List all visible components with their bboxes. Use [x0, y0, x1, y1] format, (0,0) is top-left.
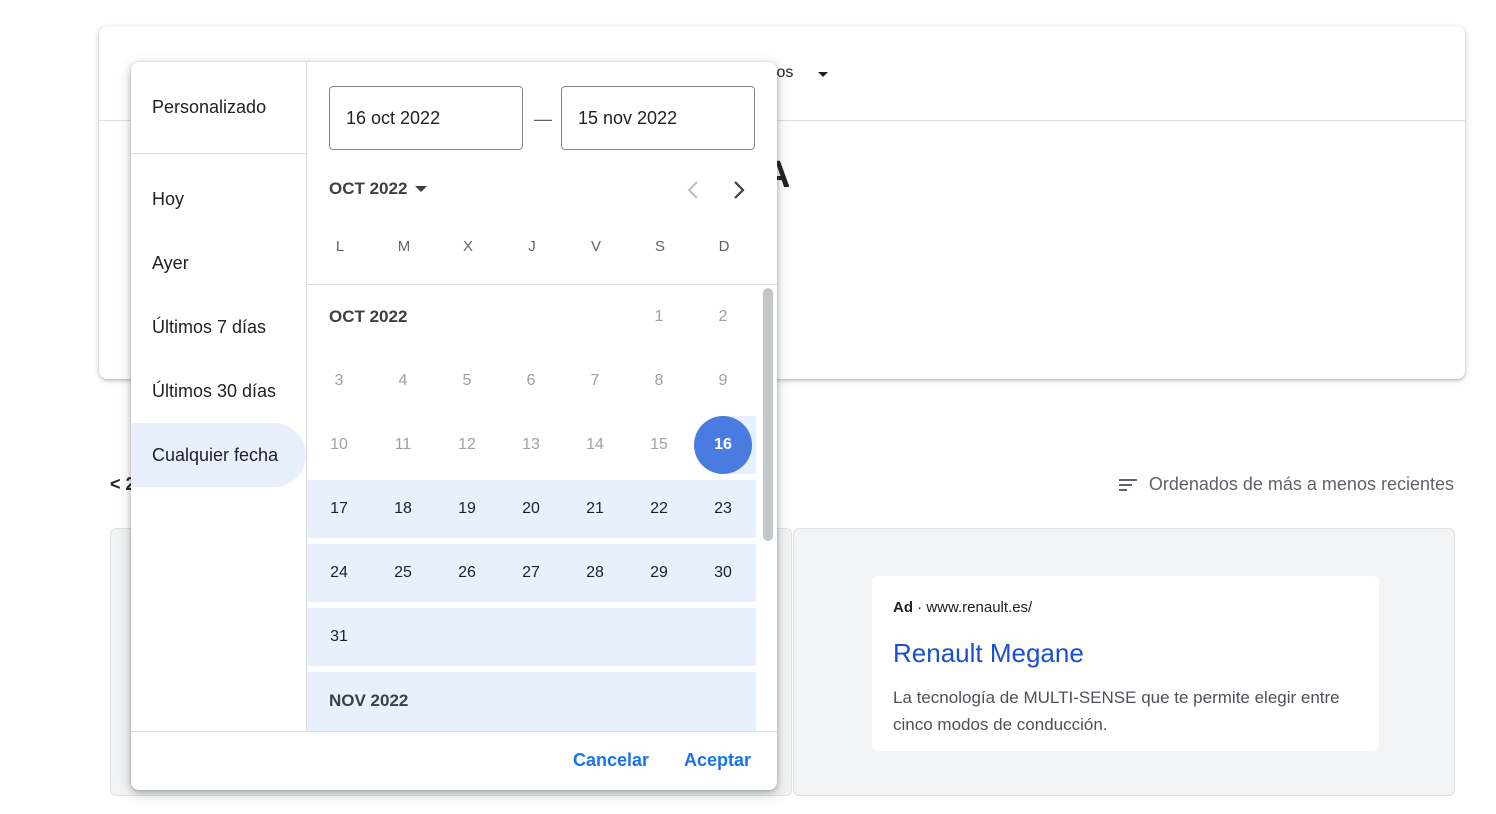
ad-meta: Ad · www.renault.es/	[893, 599, 1032, 616]
calendar-day[interactable]: 10	[307, 413, 371, 477]
preset-list: Personalizado Hoy Ayer Últimos 7 días Úl…	[131, 62, 307, 731]
preset-yesterday[interactable]: Ayer	[131, 231, 306, 295]
preset-last-30-days[interactable]: Últimos 30 días	[131, 359, 306, 423]
calendar-day[interactable]: 31	[307, 605, 371, 669]
ad-card[interactable]: Ad · www.renault.es/ Renault Megane La t…	[872, 576, 1379, 751]
picker-footer: Cancelar Aceptar	[131, 731, 777, 790]
calendar-day[interactable]: 12	[435, 413, 499, 477]
preset-last-7-days[interactable]: Últimos 7 días	[131, 295, 306, 359]
calendar-scrollbar[interactable]	[763, 288, 773, 541]
prev-month-button[interactable]	[677, 174, 709, 206]
preset-divider	[131, 153, 306, 154]
ad-url: www.renault.es/	[926, 599, 1033, 616]
calendar-day[interactable]: 9	[691, 349, 755, 413]
chevron-left-icon	[687, 181, 698, 199]
month-label: NOV 2022	[329, 691, 409, 710]
calendar-day[interactable]: 23	[691, 477, 755, 541]
ad-separator: ·	[917, 599, 923, 616]
ad-badge: Ad	[893, 599, 913, 616]
end-date-field[interactable]: 15 nov 2022	[561, 86, 755, 150]
calendar-day[interactable]: 29	[627, 541, 691, 605]
calendar-day[interactable]: 8	[627, 349, 691, 413]
ad-title-link[interactable]: Renault Megane	[893, 638, 1084, 669]
start-date-field[interactable]: 16 oct 2022	[329, 86, 523, 150]
calendar-day[interactable]: 19	[435, 477, 499, 541]
calendar-day[interactable]: 30	[691, 541, 755, 605]
preset-any-date[interactable]: Cualquier fecha	[131, 423, 306, 487]
next-month-button[interactable]	[723, 174, 755, 206]
calendar-day[interactable]: 25	[371, 541, 435, 605]
month-year-select[interactable]: OCT 2022	[329, 179, 428, 199]
calendar-day[interactable]: 22	[627, 477, 691, 541]
calendar-day[interactable]: 28	[563, 541, 627, 605]
calendar-day[interactable]: 20	[499, 477, 563, 541]
calendar-day[interactable]: 21	[563, 477, 627, 541]
preset-custom[interactable]: Personalizado	[131, 75, 306, 139]
sort-icon	[1118, 478, 1137, 492]
month-label: OCT 2022	[329, 307, 408, 326]
calendar-day[interactable]: 4	[371, 349, 435, 413]
calendar-grid[interactable]: OCT 2022 1 2 3 4 5 6 7 8 9 10 11 12 13 14 15 16 17 18 19 20 2…	[307, 285, 777, 731]
accept-button[interactable]: Aceptar	[684, 750, 751, 771]
weekday-label: M	[397, 238, 411, 255]
calendar-day[interactable]: 27	[499, 541, 563, 605]
sort-label: Ordenados de más a menos recientes	[1148, 474, 1454, 494]
weekday-label: L	[335, 238, 345, 255]
calendar-day[interactable]: 14	[563, 413, 627, 477]
selected-day-marker: 16	[694, 416, 752, 474]
calendar-day[interactable]: 16	[691, 413, 755, 477]
calendar-day[interactable]: 2	[691, 285, 755, 349]
ad-description: La tecnología de MULTI-SENSE que te perm…	[893, 688, 1340, 734]
calendar-day[interactable]: 6	[499, 349, 563, 413]
calendar-day[interactable]: 17	[307, 477, 371, 541]
weekday-label: X	[462, 238, 473, 255]
date-range-picker: Personalizado Hoy Ayer Últimos 7 días Úl…	[131, 62, 777, 790]
cancel-button[interactable]: Cancelar	[573, 750, 649, 771]
ad-panel: Ad · www.renault.es/ Renault Megane La t…	[793, 528, 1455, 796]
sort-control[interactable]: Ordenados de más a menos recientes	[1118, 474, 1454, 495]
month-year-label: OCT 2022	[329, 179, 408, 198]
weekday-label: D	[718, 238, 730, 255]
weekday-label: S	[654, 238, 665, 255]
calendar-day[interactable]: 11	[371, 413, 435, 477]
calendar-day[interactable]: 1	[627, 285, 691, 349]
chevron-right-icon	[734, 181, 745, 199]
range-highlight	[307, 608, 756, 666]
calendar-day[interactable]: 7	[563, 349, 627, 413]
calendar-day[interactable]: 15	[627, 413, 691, 477]
calendar-day[interactable]: 3	[307, 349, 371, 413]
date-range-dash: —	[534, 109, 552, 129]
weekday-label: V	[590, 238, 601, 255]
calendar-day[interactable]: 18	[371, 477, 435, 541]
preset-today[interactable]: Hoy	[131, 167, 306, 231]
weekday-label: J	[528, 238, 536, 255]
calendar-day[interactable]: 24	[307, 541, 371, 605]
calendar-day[interactable]: 26	[435, 541, 499, 605]
calendar-day[interactable]: 13	[499, 413, 563, 477]
calendar-day[interactable]: 5	[435, 349, 499, 413]
weekday-header: L M X J V S D	[308, 238, 756, 255]
dropdown-arrow-icon[interactable]	[818, 72, 828, 77]
caret-down-icon	[415, 186, 428, 192]
